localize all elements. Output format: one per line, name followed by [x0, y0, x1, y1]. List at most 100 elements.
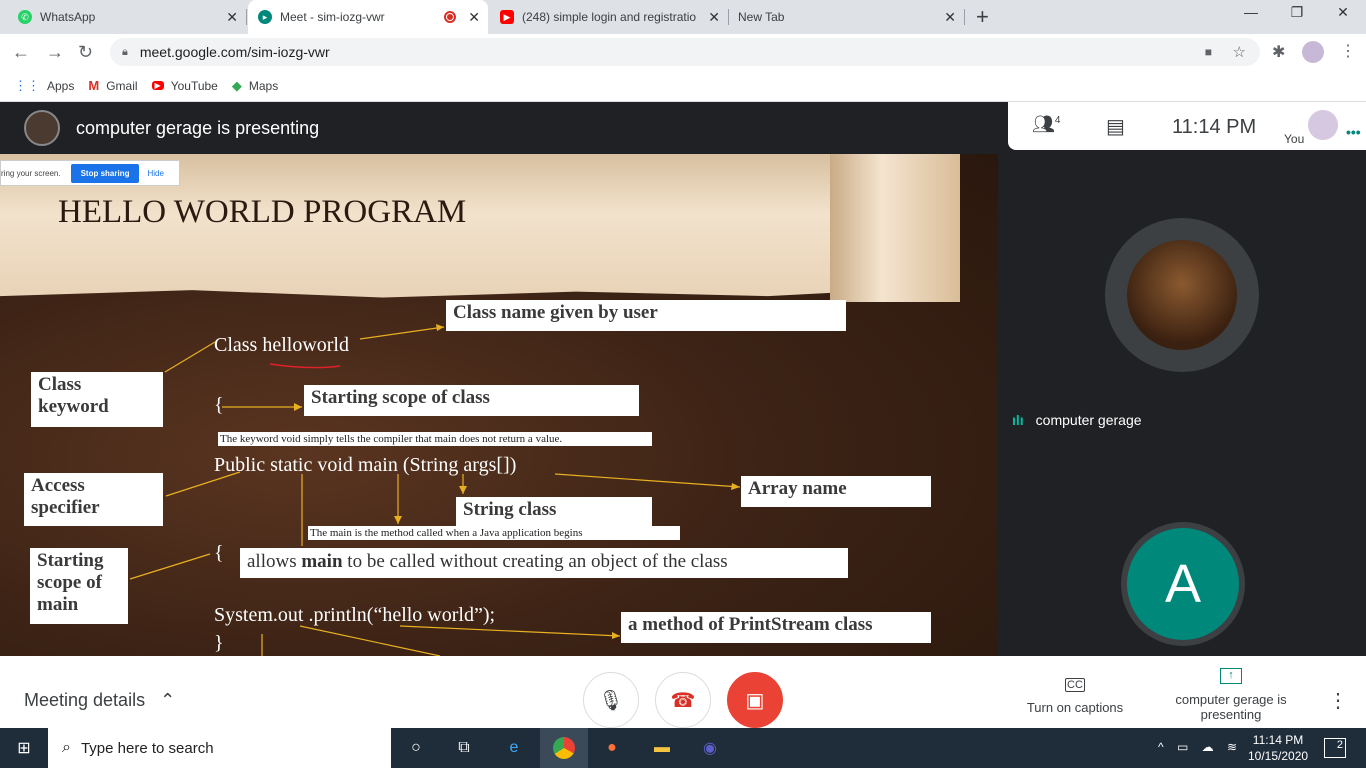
- you-label: You: [1284, 132, 1305, 146]
- label-array-name: Array name: [741, 476, 931, 507]
- edge-icon[interactable]: e: [502, 736, 526, 760]
- avatar: A: [1127, 528, 1239, 640]
- participants-side-panel: ılı computer gerage A: [998, 150, 1366, 656]
- onedrive-icon: ☁: [1201, 740, 1214, 754]
- self-avatar[interactable]: [1308, 110, 1338, 140]
- captions-icon: CC: [1065, 678, 1085, 692]
- eclipse-icon[interactable]: ◉: [698, 736, 722, 760]
- meet-top-right-panel: 👥︎4 ▤ 11:14 PM You •••: [1008, 102, 1366, 150]
- wifi-icon: ≋: [1227, 740, 1238, 754]
- participant-tile[interactable]: [1105, 218, 1259, 372]
- more-dots-icon[interactable]: •••: [1346, 124, 1361, 140]
- code-brace-main: {: [214, 542, 224, 564]
- notifications-icon[interactable]: 2: [1324, 738, 1346, 758]
- presented-slide: ring your screen. Stop sharing Hide HELL…: [0, 154, 998, 656]
- bookmark-apps[interactable]: ⋮⋮ Apps: [14, 78, 74, 94]
- people-button[interactable]: 👥︎4: [1032, 114, 1060, 135]
- code-print-line: System.out .println(“hello world”);: [214, 604, 496, 626]
- chat-icon[interactable]: ▤: [1106, 114, 1125, 139]
- taskbar-clock[interactable]: 11:14 PM 10/15/2020: [1248, 732, 1308, 764]
- minimize-icon[interactable]: —: [1236, 4, 1266, 20]
- forward-icon[interactable]: →: [46, 42, 64, 63]
- taskbar-time: 11:14 PM: [1252, 733, 1304, 747]
- taskbar-date: 10/15/2020: [1248, 749, 1309, 763]
- chevron-up-icon: ⌃: [160, 690, 176, 710]
- star-icon[interactable]: ☆: [1233, 43, 1246, 61]
- bookmark-gmail[interactable]: M Gmail: [88, 78, 137, 93]
- code-brace-close: }: [214, 632, 224, 654]
- cortana-icon[interactable]: ○: [404, 736, 428, 760]
- tab-label: New Tab: [738, 10, 785, 24]
- window-close-icon[interactable]: ✕: [1328, 4, 1358, 21]
- bookmark-label: Maps: [248, 78, 279, 93]
- presenter-avatar: [24, 110, 60, 146]
- arrowhead: [294, 403, 302, 411]
- windows-start-icon[interactable]: ⊞: [12, 736, 36, 760]
- battery-icon: ▭: [1176, 740, 1189, 754]
- arrowhead: [731, 483, 740, 490]
- self-tile[interactable]: A: [1121, 522, 1245, 646]
- meet-icon: ▸: [258, 10, 272, 24]
- bookmark-maps[interactable]: ◆ Maps: [232, 78, 278, 94]
- search-icon: ⌕: [62, 739, 71, 756]
- youtube-icon: ▶: [500, 10, 514, 24]
- end-call-button[interactable]: ☎: [655, 672, 711, 728]
- presenting-button[interactable]: ↑ computer gerage is presenting: [1170, 668, 1292, 722]
- captions-button[interactable]: CC Turn on captions: [1020, 678, 1130, 715]
- arrow: [554, 473, 741, 488]
- clock-time: 11:14 PM: [1172, 116, 1257, 138]
- tab-label: Meet - sim-iozg-vwr: [280, 10, 385, 24]
- menu-icon[interactable]: ⋮: [1340, 41, 1356, 61]
- meet-control-bar: Meeting details ⌃ 🎙︎ ☎ ▣ CC Turn on capt…: [0, 656, 1366, 728]
- tab-new-tab[interactable]: New Tab ✕: [728, 0, 964, 34]
- reload-icon[interactable]: ↻: [78, 42, 93, 63]
- camera-button[interactable]: ▣: [727, 672, 783, 728]
- participant-label: ılı computer gerage: [1012, 412, 1142, 428]
- code-main-line: Public static void main (String args[]): [214, 454, 517, 476]
- file-explorer-icon[interactable]: ▬: [650, 736, 674, 760]
- arrow: [359, 326, 445, 340]
- participant-name: computer gerage: [1035, 412, 1142, 428]
- url-bar[interactable]: 🔒︎ meet.google.com/sim-iozg-vwr ■ ☆: [110, 38, 1260, 66]
- more-options-icon[interactable]: ⋮: [1328, 688, 1348, 713]
- bookmarks-bar: ⋮⋮ Apps M Gmail ▶ YouTube ◆ Maps: [0, 70, 1366, 102]
- close-icon[interactable]: ✕: [944, 9, 956, 26]
- tab-youtube[interactable]: ▶ (248) simple login and registratio ✕: [490, 0, 728, 34]
- profile-avatar[interactable]: [1302, 41, 1324, 63]
- label-string-class: String class: [456, 497, 652, 526]
- meet-header: computer gerage is presenting: [0, 102, 1008, 154]
- label-access-specifier: Access specifier: [24, 473, 163, 526]
- whatsapp-icon: ✆: [18, 10, 32, 24]
- arrowhead: [394, 516, 402, 524]
- extensions-icon[interactable]: ✱: [1272, 42, 1285, 62]
- hang-up-icon: ☎: [670, 689, 696, 712]
- back-icon[interactable]: ←: [12, 42, 30, 63]
- camera-icon[interactable]: ■: [1205, 45, 1212, 59]
- new-tab-button[interactable]: +: [976, 4, 989, 30]
- chrome-taskbar-button[interactable]: [540, 728, 588, 768]
- note-static-prefix: allows: [247, 551, 302, 572]
- close-icon[interactable]: ✕: [468, 9, 480, 26]
- code-class-line: Class helloworld: [214, 334, 349, 356]
- tab-whatsapp[interactable]: ✆ WhatsApp ✕: [8, 0, 246, 34]
- maximize-icon[interactable]: ❐: [1282, 4, 1312, 21]
- tray-icons[interactable]: ^ ▭ ☁ ≋: [1158, 740, 1237, 754]
- recording-icon: [444, 11, 456, 23]
- microphone-icon: 🎙︎: [598, 689, 624, 712]
- meeting-details-button[interactable]: Meeting details ⌃: [24, 690, 175, 711]
- firefox-icon[interactable]: ●: [600, 736, 624, 760]
- apps-grid-icon: ⋮⋮: [14, 77, 40, 93]
- chrome-icon: [553, 737, 575, 759]
- participant-photo: [1127, 240, 1237, 350]
- bookmark-label: Apps: [47, 78, 75, 93]
- note-void: The keyword void simply tells the compil…: [218, 432, 652, 446]
- taskbar-search[interactable]: ⌕ Type here to search: [48, 728, 391, 768]
- tab-meet[interactable]: ▸ Meet - sim-iozg-vwr ✕: [248, 0, 488, 34]
- chevron-up-icon: ^: [1158, 740, 1164, 754]
- close-icon[interactable]: ✕: [708, 9, 720, 26]
- close-icon[interactable]: ✕: [226, 9, 238, 26]
- task-view-icon[interactable]: ⧉: [452, 736, 476, 760]
- notification-count: 2: [1336, 739, 1343, 751]
- microphone-button[interactable]: 🎙︎: [583, 672, 639, 728]
- bookmark-youtube[interactable]: ▶ YouTube: [151, 79, 218, 93]
